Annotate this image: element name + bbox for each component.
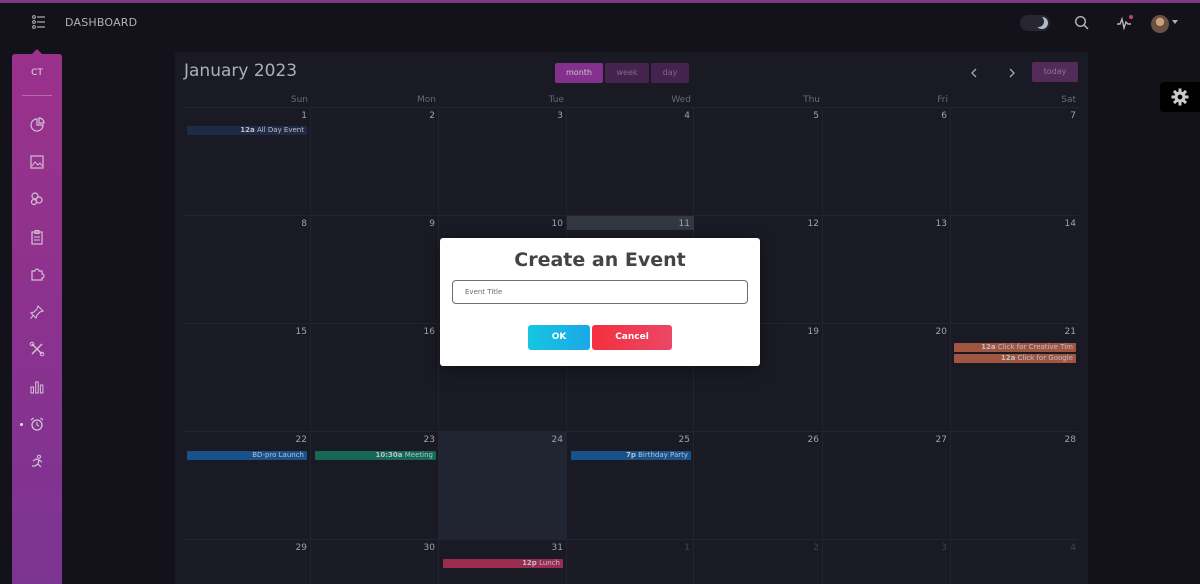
- dialog-title: Create an Event: [514, 249, 686, 271]
- event-title-input[interactable]: [452, 280, 748, 304]
- cancel-button[interactable]: Cancel: [592, 325, 672, 350]
- create-event-dialog: Create an Event OK Cancel: [440, 238, 760, 366]
- ok-button[interactable]: OK: [528, 325, 590, 350]
